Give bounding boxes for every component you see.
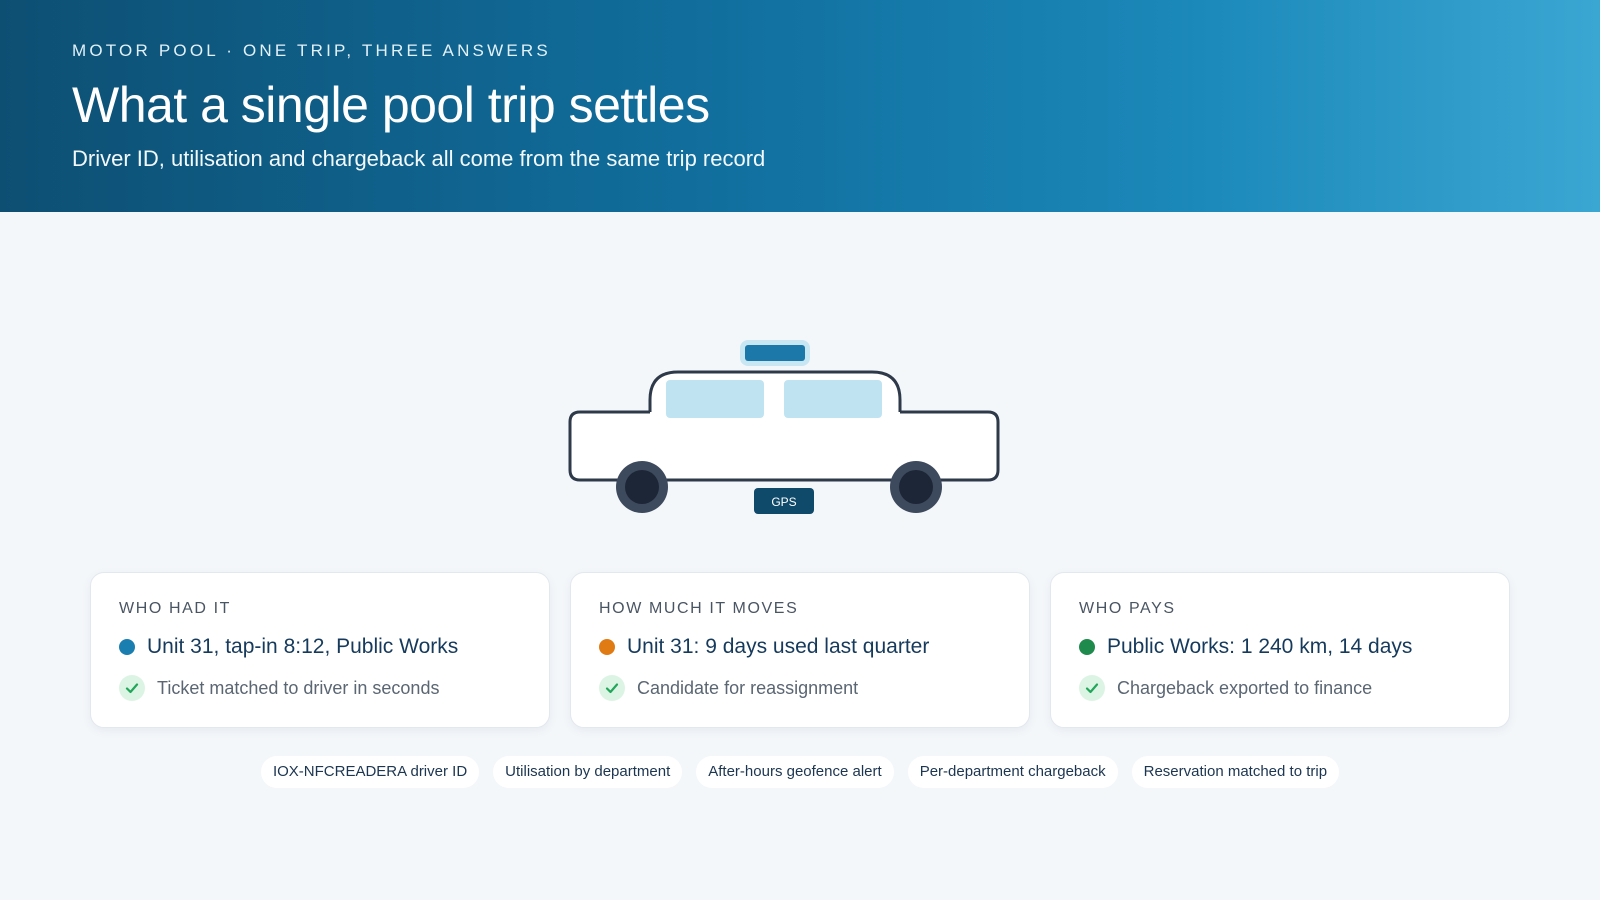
card-value: Unit 31, tap-in 8:12, Public Works (147, 635, 459, 658)
card-value: Unit 31: 9 days used last quarter (627, 635, 930, 658)
check-icon (599, 675, 625, 701)
hero-header: MOTOR POOL · ONE TRIP, THREE ANSWERS Wha… (0, 0, 1600, 212)
check-icon (1079, 675, 1105, 701)
card-note-row: Ticket matched to driver in seconds (119, 675, 521, 701)
car-icon: GPS (568, 340, 1000, 514)
card-note: Chargeback exported to finance (1117, 678, 1373, 698)
card-label: HOW MUCH IT MOVES (599, 600, 799, 617)
vehicle-illustration: GPS (568, 340, 1028, 530)
card-note-row: Candidate for reassignment (599, 675, 1001, 701)
chip-utilisation: Utilisation by department (493, 756, 683, 788)
card-how-much-it-moves: HOW MUCH IT MOVES Unit 31: 9 days used l… (570, 572, 1030, 728)
card-label: WHO HAD IT (119, 600, 231, 617)
card-who-had-it: WHO HAD IT Unit 31, tap-in 8:12, Public … (90, 572, 550, 728)
page-subtitle: Driver ID, utilisation and chargeback al… (72, 146, 766, 171)
status-dot-icon (599, 639, 615, 655)
card-note: Ticket matched to driver in seconds (157, 678, 440, 698)
gps-badge-label: GPS (771, 495, 796, 509)
card-note-row: Chargeback exported to finance (1079, 675, 1481, 701)
card-main-row: Public Works: 1 240 km, 14 days (1079, 633, 1481, 661)
card-note: Candidate for reassignment (637, 678, 859, 698)
card-value: Public Works: 1 240 km, 14 days (1107, 635, 1413, 658)
card-label: WHO PAYS (1079, 600, 1176, 617)
card-main-row: Unit 31: 9 days used last quarter (599, 633, 1001, 661)
chip-reservation: Reservation matched to trip (1131, 756, 1340, 788)
chip-geofence-alert: After-hours geofence alert (696, 756, 894, 788)
eyebrow-label: MOTOR POOL · ONE TRIP, THREE ANSWERS (72, 41, 551, 60)
page-title: What a single pool trip settles (72, 77, 710, 133)
chip-driver-id: IOX-NFCREADERA driver ID (260, 756, 480, 788)
status-dot-icon (1079, 639, 1095, 655)
card-main-row: Unit 31, tap-in 8:12, Public Works (119, 633, 521, 661)
feature-chips: IOX-NFCREADERA driver ID Utilisation by … (0, 756, 1600, 788)
status-dot-icon (119, 639, 135, 655)
answer-cards: WHO HAD IT Unit 31, tap-in 8:12, Public … (90, 572, 1510, 728)
chip-chargeback: Per-department chargeback (907, 756, 1118, 788)
card-who-pays: WHO PAYS Public Works: 1 240 km, 14 days… (1050, 572, 1510, 728)
hero-content: MOTOR POOL · ONE TRIP, THREE ANSWERS Wha… (72, 40, 1528, 174)
check-icon (119, 675, 145, 701)
